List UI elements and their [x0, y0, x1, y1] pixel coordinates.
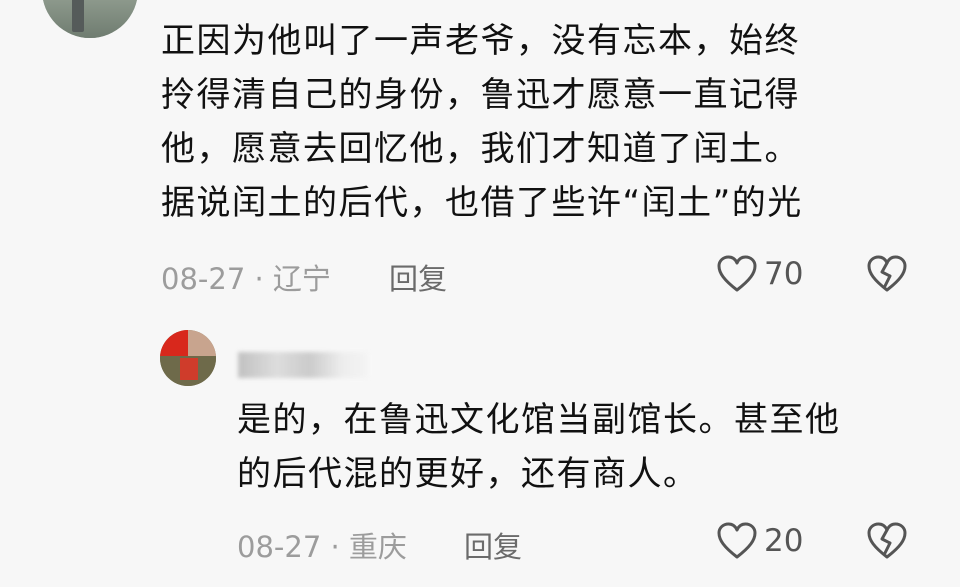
reply-dislike-button[interactable] [866, 521, 908, 565]
reply-date-location: 08-27 · 重庆 [237, 530, 407, 564]
avatar-road [42, 0, 138, 38]
username-blurred [238, 352, 368, 378]
comment-dislike-button[interactable] [866, 254, 908, 298]
comment-reply-button[interactable]: 回复 [389, 256, 447, 298]
comment-line: 据说闰土的后代，也借了些许“闰土”的光 [161, 183, 803, 223]
avatar-sky [188, 330, 216, 356]
comment-line: 正因为他叫了一声老爷，没有忘本，始终 [161, 21, 800, 61]
reply-line: 是的，在鲁迅文化馆当副馆长。甚至他 [237, 400, 841, 440]
avatar-detail [180, 358, 198, 380]
broken-heart-icon [867, 255, 907, 292]
comment-body: 正因为他叫了一声老爷，没有忘本，始终 拎得清自己的身份，鲁迅才愿意一直记得 他，… [161, 14, 901, 230]
reply-like-button[interactable]: 20 [716, 521, 803, 561]
avatar-flag [160, 330, 190, 356]
comment-thread: 正因为他叫了一声老爷，没有忘本，始终 拎得清自己的身份，鲁迅才愿意一直记得 他，… [0, 0, 960, 587]
heart-outline-icon [717, 255, 757, 292]
replier-username[interactable] [238, 352, 368, 378]
reply-line: 的后代混的更好，还有商人。 [237, 454, 699, 494]
avatar-figure [72, 0, 84, 32]
reply-like-count: 20 [764, 523, 804, 559]
comment-line: 他，愿意去回忆他，我们才知道了闰土。 [161, 129, 800, 169]
comment-like-count: 70 [764, 256, 804, 292]
reply-body: 是的，在鲁迅文化馆当副馆长。甚至他 的后代混的更好，还有商人。 [237, 393, 927, 501]
commenter-avatar[interactable] [42, 0, 138, 38]
replier-avatar[interactable] [160, 330, 216, 386]
comment-like-button[interactable]: 70 [716, 254, 803, 294]
broken-heart-icon [867, 522, 907, 559]
comment-line: 拎得清自己的身份，鲁迅才愿意一直记得 [161, 75, 800, 115]
comment-date-location: 08-27 · 辽宁 [161, 262, 331, 296]
reply-reply-button[interactable]: 回复 [464, 524, 522, 566]
heart-outline-icon [717, 522, 757, 559]
